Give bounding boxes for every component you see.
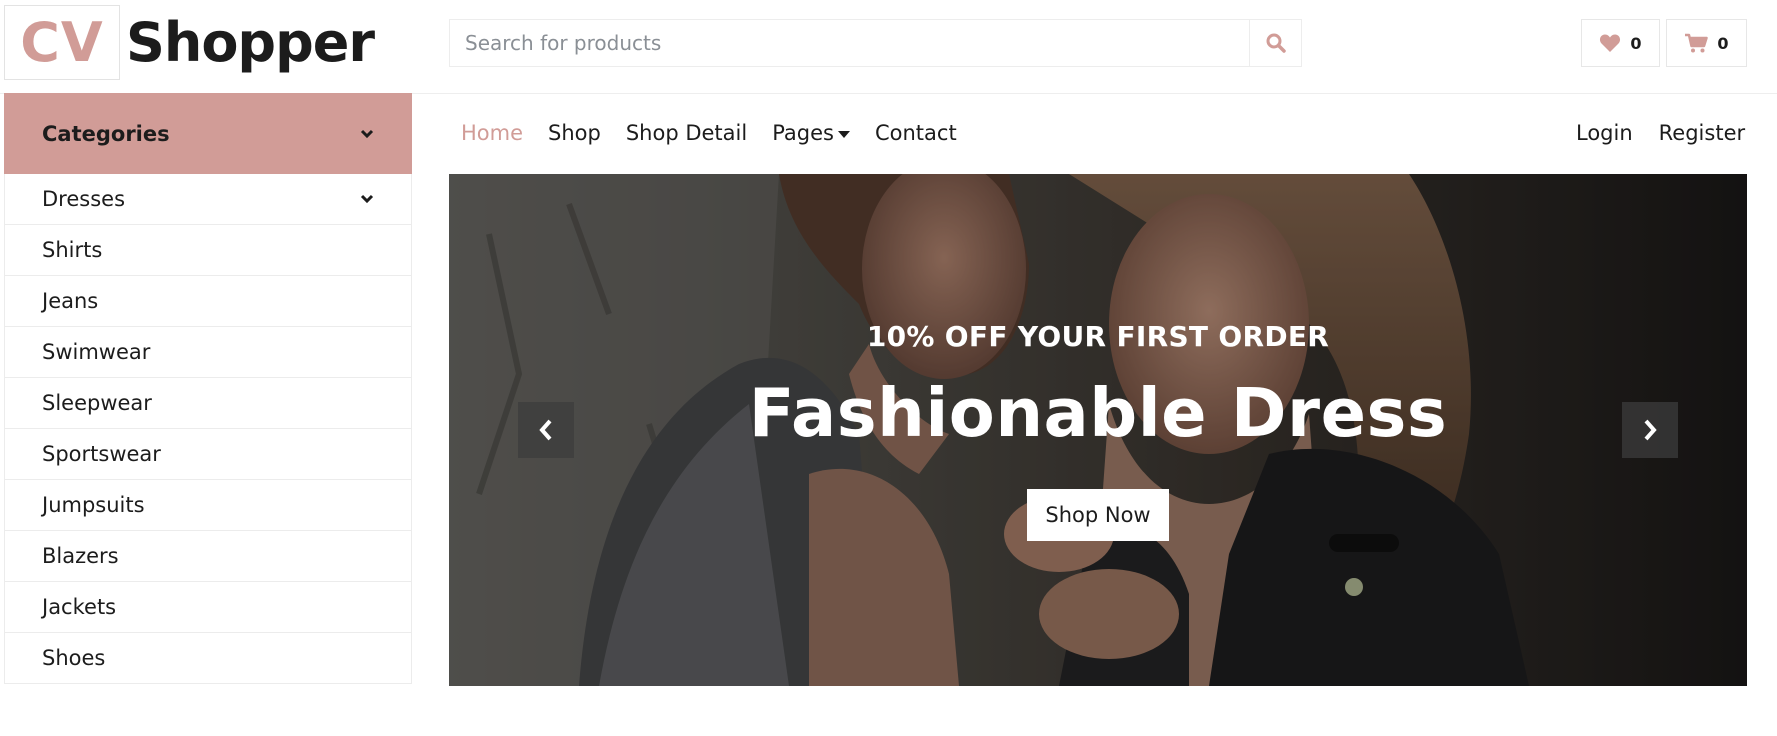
categories-toggle[interactable]: Categories (4, 93, 412, 174)
category-item-shirts[interactable]: Shirts (5, 225, 411, 276)
hero-subtitle: 10% OFF YOUR FIRST ORDER (866, 320, 1330, 353)
search-input[interactable] (450, 20, 1249, 66)
main-nav: Home Shop Shop Detail Pages Contact (461, 121, 957, 145)
category-label: Swimwear (42, 340, 151, 364)
category-list: Dresses Shirts Jeans Swimwear Sleepwear … (4, 174, 412, 684)
category-label: Shoes (42, 646, 106, 670)
nav-pages-label: Pages (772, 121, 834, 145)
search-bar (449, 19, 1302, 67)
hero-title: Fashionable Dress (748, 374, 1448, 452)
carousel-prev-button[interactable] (518, 402, 574, 458)
heart-icon (1600, 34, 1621, 52)
wishlist-button[interactable]: 0 (1581, 19, 1660, 67)
brand-mark: CV (4, 5, 120, 80)
account-nav: Login Register (1576, 121, 1745, 145)
category-item-jumpsuits[interactable]: Jumpsuits (5, 480, 411, 531)
search-icon (1266, 33, 1286, 53)
category-item-sportswear[interactable]: Sportswear (5, 429, 411, 480)
category-label: Dresses (42, 187, 126, 211)
brand-name: Shopper (126, 11, 375, 74)
search-button[interactable] (1249, 20, 1301, 66)
hero-carousel: 10% OFF YOUR FIRST ORDER Fashionable Dre… (449, 174, 1747, 686)
category-label: Jumpsuits (42, 493, 145, 517)
category-item-jackets[interactable]: Jackets (5, 582, 411, 633)
chevron-down-icon (360, 129, 374, 138)
login-link[interactable]: Login (1576, 121, 1633, 145)
nav-shop[interactable]: Shop (548, 121, 601, 145)
caret-down-icon (837, 130, 850, 138)
category-label: Shirts (42, 238, 103, 262)
category-item-swimwear[interactable]: Swimwear (5, 327, 411, 378)
carousel-next-button[interactable] (1622, 402, 1678, 458)
brand-logo[interactable]: CV Shopper (4, 5, 375, 80)
category-item-jeans[interactable]: Jeans (5, 276, 411, 327)
category-item-sleepwear[interactable]: Sleepwear (5, 378, 411, 429)
cart-count: 0 (1717, 33, 1729, 53)
wishlist-count: 0 (1630, 33, 1642, 53)
shop-now-button[interactable]: Shop Now (1027, 489, 1169, 541)
nav-home[interactable]: Home (461, 121, 523, 145)
chevron-down-icon (360, 194, 374, 204)
category-label: Jackets (42, 595, 117, 619)
cart-icon (1685, 33, 1709, 53)
category-item-shoes[interactable]: Shoes (5, 633, 411, 684)
nav-pages-dropdown[interactable]: Pages (772, 121, 850, 145)
category-label: Sportswear (42, 442, 161, 466)
category-label: Sleepwear (42, 391, 152, 415)
category-label: Blazers (42, 544, 119, 568)
categories-title: Categories (42, 121, 170, 146)
cart-button[interactable]: 0 (1666, 19, 1747, 67)
category-item-dresses[interactable]: Dresses (5, 174, 411, 225)
category-item-blazers[interactable]: Blazers (5, 531, 411, 582)
chevron-left-icon (539, 419, 552, 441)
register-link[interactable]: Register (1659, 121, 1745, 145)
category-label: Jeans (42, 289, 99, 313)
chevron-right-icon (1644, 419, 1657, 441)
nav-contact[interactable]: Contact (875, 121, 957, 145)
nav-shop-detail[interactable]: Shop Detail (626, 121, 747, 145)
